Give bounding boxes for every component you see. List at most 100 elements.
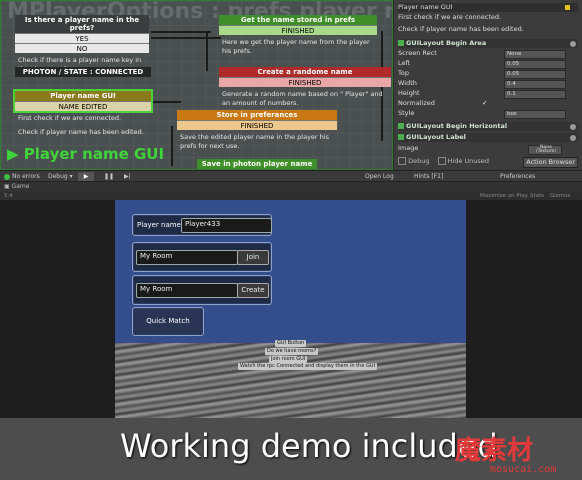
hide-unused-label: Hide Unused [447,157,490,165]
gear-icon[interactable] [570,123,576,130]
field-label: Height [398,89,420,97]
game-view-letterbox-right [466,200,582,418]
image-object-field[interactable]: None (Texture) [528,145,562,155]
fsm-state-player-name-gui[interactable]: Player name GUI NAME EDITED [13,89,153,113]
state-title: Save in photon player name [197,159,317,169]
play-button[interactable]: ▶ [78,172,94,181]
checkbox-icon[interactable] [398,40,404,46]
state-transition-finished[interactable]: FINISHED [177,120,337,130]
join-room-panel: My Room Join [132,242,272,272]
field-input[interactable]: 0.05 [504,60,566,69]
field-width: Width 0.4 [398,79,578,89]
site-watermark: 魔素材 [455,436,534,466]
state-description: First check if we are connected. [18,114,122,122]
play-triangle-icon: ▶ [7,145,19,163]
tooltip-gui-button: GUI Button [275,340,307,347]
playmaker-toolbar: No errors Debug ▾ ▶ ❚❚ ▶| Open Log Hints… [0,170,582,182]
fsm-graph-canvas[interactable]: MPlayerOptions : prefs player name to Is… [0,0,393,170]
join-button[interactable]: Join [237,250,269,265]
state-description: Save the edited player name in the playe… [180,133,329,150]
field-label: Screen Rect [398,49,437,57]
state-inspector: Player name GUI First check if we are co… [394,0,582,170]
state-description: Generate a random name based on " Player… [222,90,383,107]
tooltip-rooms: Do we have rooms? [265,348,319,355]
state-desc-1: First check if we are connected. [398,13,502,21]
state-title: Player name GUI [15,91,151,101]
game-view[interactable]: Player name: Player433 My Room Join My R… [115,200,466,418]
debug-checkbox[interactable] [398,157,406,165]
state-title: Store in preferances [177,110,337,120]
checkbox-icon[interactable] [398,134,404,140]
game-view-toolbar: 5:4 Maximize on Play Stats Gizmos [0,192,582,200]
action-guilayout-begin-area[interactable]: GUILayout Begin Area [398,39,578,48]
field-input[interactable]: box [504,110,566,119]
player-name-panel: Player name: Player433 [132,214,272,236]
state-title: Get the name stored in prefs [219,15,377,25]
fsm-global-event-connected[interactable]: PHOTON / STATE : CONNECTED [15,67,151,77]
transition-wire [171,126,173,166]
field-label: Left [398,59,411,67]
field-top: Top 0.05 [398,69,578,79]
field-label: Image [398,144,419,152]
fsm-state-save-photon-name[interactable]: Save in photon player name [197,159,317,169]
state-transition-finished[interactable]: FINISHED [219,25,377,35]
checkbox-icon[interactable] [398,123,404,129]
hide-unused-checkbox[interactable] [437,157,446,165]
site-watermark-url: mosucai.com [490,464,557,475]
game-controller-icon: ▣ [4,183,10,190]
state-title: Is there a player name in the prefs? [15,15,149,33]
state-name-field[interactable]: Player name GUI [398,3,578,12]
field-input[interactable]: 0.05 [504,70,566,79]
field-image: Image None (Texture) [398,144,578,155]
state-desc-2: Check if player name has been edited. [398,25,524,33]
create-room-input[interactable]: My Room [136,283,238,298]
tooltip-join-room: Join room GUI [269,356,308,363]
state-name-value: Player name GUI [398,3,453,11]
gear-icon[interactable] [570,134,576,141]
aspect-dropdown[interactable]: 5:4 [4,192,13,200]
action-guilayout-begin-horizontal[interactable]: GUILayout Begin Horizontal [398,122,578,131]
state-description: Here we get the player name from the pla… [222,38,370,55]
gizmos-dropdown[interactable]: Gizmos [550,192,570,200]
state-title: PHOTON / STATE : CONNECTED [15,67,151,77]
field-input[interactable]: None [504,50,566,59]
stats-toggle[interactable]: Stats [530,192,544,200]
create-button[interactable]: Create [237,283,269,298]
fsm-state-store-prefs[interactable]: Store in preferances FINISHED Save the e… [177,110,337,154]
debug-dropdown-label: Debug [48,173,68,180]
field-input[interactable]: 0.1 [504,90,566,99]
fsm-state-create-random-name[interactable]: Create a randome name FINISHED Generate … [219,67,391,111]
action-browser-button[interactable]: Action Browser [523,157,578,168]
game-tab-label: Game [11,183,30,190]
game-tab-bar: ▣ Game [0,182,582,192]
game-tab[interactable]: ▣ Game [4,182,29,192]
action-guilayout-label[interactable]: GUILayout Label [398,133,578,142]
create-room-panel: My Room Create [132,275,272,305]
color-swatch-icon[interactable] [565,5,570,10]
gear-icon[interactable] [570,40,576,47]
state-transition-no[interactable]: NO [15,43,149,53]
state-transition-finished[interactable]: FINISHED [219,77,391,87]
banner-text: Working demo included [120,427,498,465]
maximize-on-play-toggle[interactable]: Maximize on Play [480,192,528,200]
fsm-state-get-stored-name[interactable]: Get the name stored in prefs FINISHED He… [219,15,377,59]
join-room-input[interactable]: My Room [136,250,238,265]
chevron-down-icon: ▾ [69,173,73,180]
tooltip-watch-rpc: Watch the rpc Connected and display them… [238,363,377,370]
action-title: GUILayout Label [406,133,466,141]
field-input[interactable]: 0.4 [504,80,566,89]
fsm-name-label: ▶ Player name GUI [7,145,164,163]
action-title: GUILayout Begin Area [406,39,487,47]
field-label: Width [398,79,417,87]
normalized-checkbox[interactable]: ✓ [482,99,487,108]
transition-wire [151,37,221,39]
field-style: Style box [398,109,578,119]
quick-match-button[interactable]: Quick Match [132,307,204,336]
fsm-name-text: Player name GUI [23,145,165,163]
state-title: Create a randome name [219,67,391,77]
field-height: Height 0.1 [398,89,578,99]
player-name-input[interactable]: Player433 [181,218,272,233]
state-transition-yes[interactable]: YES [15,33,149,43]
state-transition-name-edited[interactable]: NAME EDITED [15,101,151,111]
field-label: Style [398,109,415,117]
